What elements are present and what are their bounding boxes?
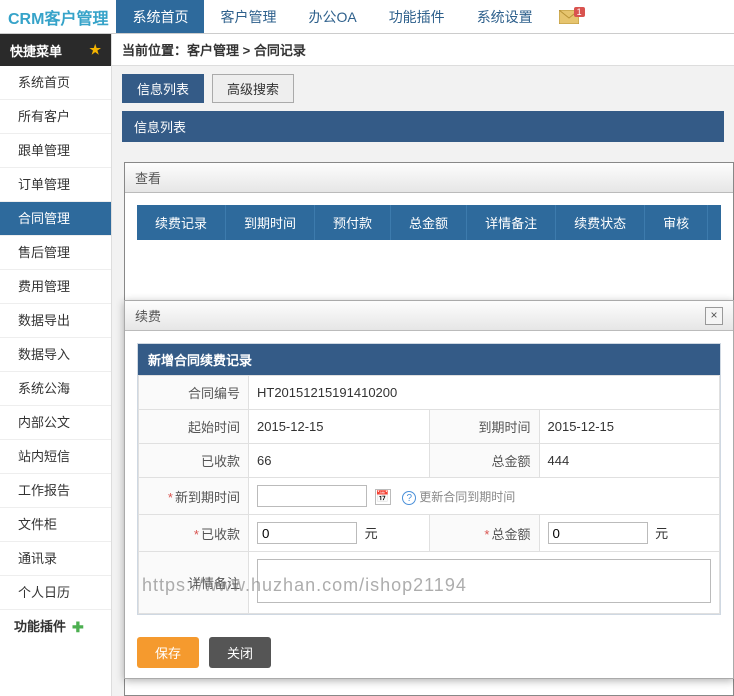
breadcrumb: 当前位置：客户管理 > 合同记录 [112,34,734,66]
form-header: 新增合同续费记录 [138,344,720,375]
val-total: 444 [539,444,720,478]
renew-form: 合同编号 HT20151215191410200 起始时间 2015-12-15… [138,375,720,614]
sidebar-item-follow[interactable]: 跟单管理 [0,134,111,168]
puzzle-icon: ✚ [72,610,84,644]
sidebar-item-msg[interactable]: 站内短信 [0,440,111,474]
sidebar-item-calendar[interactable]: 个人日历 [0,576,111,610]
vtab-end-time[interactable]: 到期时间 [226,205,315,240]
renew-modal-titlebar: 续费 × [125,301,733,331]
sidebar-item-public[interactable]: 系统公海 [0,372,111,406]
lbl-received: 已收款 [139,444,249,478]
topnav-settings[interactable]: 系统设置 [461,0,549,33]
sidebar-item-export[interactable]: 数据导出 [0,304,111,338]
sidebar-item-report[interactable]: 工作报告 [0,474,111,508]
sidebar-footer[interactable]: 功能插件 ✚ [0,610,111,644]
sidebar-item-expense[interactable]: 费用管理 [0,270,111,304]
sidebar-item-orders[interactable]: 订单管理 [0,168,111,202]
content-area: 当前位置：客户管理 > 合同记录 信息列表 高级搜索 信息列表 查看 续费记录 … [112,34,734,696]
new-total-input[interactable] [548,522,648,544]
remark-textarea[interactable] [257,559,711,603]
renew-modal: 续费 × 新增合同续费记录 合同编号 HT20151215191410200 起… [124,300,734,679]
sidebar-header: 快捷菜单 ★ [0,34,111,66]
mail-badge: 1 [574,7,585,17]
list-header: 信息列表 [122,111,724,142]
vtab-total[interactable]: 总金额 [391,205,467,240]
topnav-oa[interactable]: 办公OA [292,0,372,33]
help-icon: ? [402,491,416,505]
view-modal-title: 查看 [125,163,733,193]
lbl-new-end: *新到期时间 [139,478,249,515]
tabbar: 信息列表 高级搜索 [112,66,734,111]
sidebar-footer-label: 功能插件 [14,610,66,644]
sidebar-item-import[interactable]: 数据导入 [0,338,111,372]
sidebar-title: 快捷菜单 [10,41,62,60]
val-contract-no: HT20151215191410200 [249,376,720,410]
sidebar-item-customers[interactable]: 所有客户 [0,100,111,134]
close-icon[interactable]: × [705,307,723,325]
vtab-status[interactable]: 续费状态 [556,205,645,240]
sidebar-item-home[interactable]: 系统首页 [0,66,111,100]
calendar-icon[interactable]: 📅 [375,489,391,505]
brand-title: CRM客户管理 [0,5,116,29]
close-button[interactable]: 关闭 [209,637,271,668]
view-modal-tabs: 续费记录 到期时间 预付款 总金额 详情备注 续费状态 审核 [137,205,721,240]
modal-footer: 保存 关闭 [125,627,733,678]
mail-icon[interactable]: 1 [559,10,579,24]
tab-adv-search[interactable]: 高级搜索 [212,74,294,103]
lbl-total: 总金额 [429,444,539,478]
val-end-time: 2015-12-15 [539,410,720,444]
val-start-time: 2015-12-15 [249,410,430,444]
unit-total: 元 [655,526,668,541]
sidebar-item-docs[interactable]: 内部公文 [0,406,111,440]
sidebar-item-contracts[interactable]: 合同管理 [0,202,111,236]
renew-modal-title: 续费 [135,306,161,325]
topnav-customer[interactable]: 客户管理 [204,0,292,33]
star-icon: ★ [89,42,101,58]
vtab-audit[interactable]: 审核 [645,205,708,240]
sidebar-item-filecabinet[interactable]: 文件柜 [0,508,111,542]
top-nav: 系统首页 客户管理 办公OA 功能插件 系统设置 [116,0,548,33]
sidebar: 快捷菜单 ★ 系统首页 所有客户 跟单管理 订单管理 合同管理 售后管理 费用管… [0,34,112,696]
unit-received: 元 [365,526,378,541]
vtab-detail[interactable]: 详情备注 [467,205,556,240]
lbl-new-total: *总金额 [429,515,539,552]
lbl-remark: 详情备注 [139,552,249,614]
lbl-new-received: *已收款 [139,515,249,552]
vtab-prepay[interactable]: 预付款 [315,205,391,240]
save-button[interactable]: 保存 [137,637,199,668]
lbl-contract-no: 合同编号 [139,376,249,410]
lbl-start-time: 起始时间 [139,410,249,444]
new-end-date-input[interactable] [257,485,367,507]
val-received: 66 [249,444,430,478]
vtab-renew-log[interactable]: 续费记录 [137,205,226,240]
new-received-input[interactable] [257,522,357,544]
help-text: ?更新合同到期时间 [402,490,515,504]
sidebar-item-aftersale[interactable]: 售后管理 [0,236,111,270]
topnav-plugin[interactable]: 功能插件 [373,0,461,33]
tab-info-list[interactable]: 信息列表 [122,74,204,103]
sidebar-item-contacts[interactable]: 通讯录 [0,542,111,576]
topnav-home[interactable]: 系统首页 [116,0,204,33]
lbl-end-time: 到期时间 [429,410,539,444]
